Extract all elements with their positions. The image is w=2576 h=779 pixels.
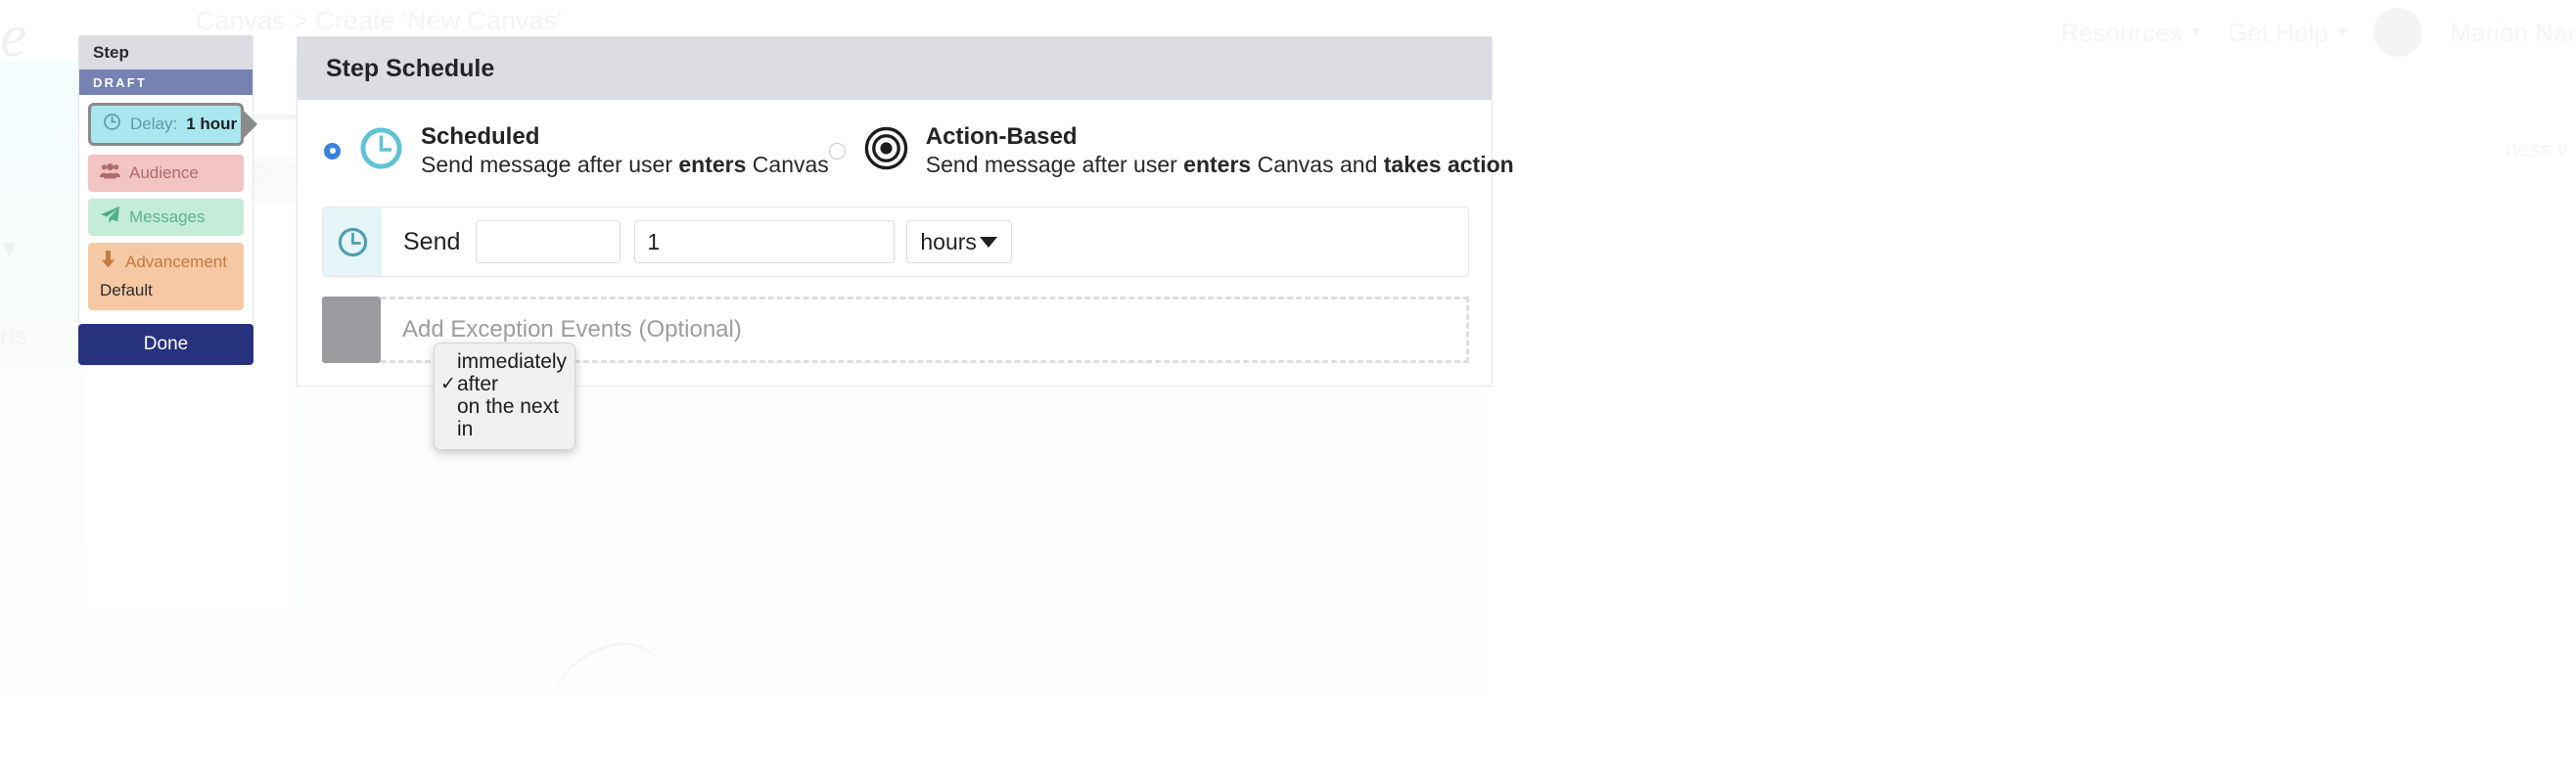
step-chip-advancement-label: Advancement bbox=[125, 252, 227, 272]
action-based-title: Action-Based bbox=[926, 123, 1078, 150]
schedule-type-radio-group: Scheduled Send message after user enters… bbox=[323, 123, 1466, 178]
dropdown-item-after-label: after bbox=[457, 374, 498, 394]
dropdown-item-on-the-next[interactable]: on the next bbox=[435, 395, 575, 418]
exception-events-placeholder: Add Exception Events (Optional) bbox=[402, 316, 742, 344]
delay-unit-select[interactable]: hours bbox=[906, 220, 1012, 263]
step-chip-delay-label: Delay: bbox=[130, 115, 177, 134]
scheduled-desc-bold: enters bbox=[678, 152, 746, 177]
brand-logo[interactable]: e bbox=[0, 2, 27, 71]
selected-step-pointer bbox=[242, 109, 257, 140]
page-title: Step Schedule bbox=[326, 55, 494, 83]
scheduled-desc-pre: Send message after user bbox=[421, 152, 678, 177]
radio-action-based-input[interactable] bbox=[829, 143, 846, 160]
caret-down-icon bbox=[980, 237, 997, 248]
dropdown-item-on-the-next-label: on the next bbox=[457, 396, 559, 417]
delay-unit-value: hours bbox=[920, 229, 977, 255]
timing-select[interactable] bbox=[476, 220, 621, 263]
scheduled-text: Scheduled Send message after user enters… bbox=[421, 123, 829, 178]
clock-icon bbox=[323, 207, 382, 276]
checkmark-icon: ✓ bbox=[440, 373, 457, 395]
action-based-description: Send message after user enters Canvas an… bbox=[926, 152, 1514, 177]
nav-item-get-help[interactable]: Get Help ▾ bbox=[2228, 18, 2346, 48]
done-button[interactable]: Done bbox=[78, 324, 253, 365]
nav-links: Resources ▾ Get Help ▾ Marion Nar bbox=[2060, 8, 2576, 57]
arrow-down-icon bbox=[100, 251, 116, 273]
radio-option-scheduled[interactable]: Scheduled Send message after user enters… bbox=[323, 123, 829, 178]
nav-item-resources[interactable]: Resources ▾ bbox=[2060, 18, 2200, 48]
send-timing-row: Send hours bbox=[322, 206, 1469, 277]
action-based-text: Action-Based Send message after user ent… bbox=[926, 123, 1514, 178]
user-name: Marion Nar bbox=[2450, 18, 2576, 48]
dropdown-item-after[interactable]: ✓ after bbox=[435, 373, 575, 395]
target-icon bbox=[863, 125, 909, 176]
dropdown-item-immediately[interactable]: immediately bbox=[435, 350, 575, 373]
step-panel-header: Step bbox=[79, 36, 253, 69]
sidebar-expand-chevron-icon[interactable]: ▾ bbox=[2, 231, 17, 265]
clock-icon bbox=[358, 125, 404, 176]
action-desc-bold2: takes action bbox=[1384, 152, 1514, 177]
right-panel-backdrop bbox=[1488, 61, 2576, 697]
app-root: e Canvas > Create 'New Canvas' Resources… bbox=[0, 0, 2576, 779]
step-chip-audience-label: Audience bbox=[129, 163, 199, 183]
scheduled-desc-post: Canvas bbox=[746, 152, 828, 177]
radio-scheduled-input[interactable] bbox=[324, 143, 341, 160]
timing-dropdown-menu[interactable]: immediately ✓ after on the next in bbox=[434, 343, 575, 450]
scheduled-title: Scheduled bbox=[421, 123, 539, 150]
step-chip-delay-value: 1 hour bbox=[186, 115, 237, 134]
advancement-value: Default bbox=[100, 281, 232, 300]
breadcrumb: Canvas > Create 'New Canvas' bbox=[196, 6, 562, 36]
status-badge-label: DRAFT bbox=[93, 75, 147, 90]
delay-amount-input[interactable] bbox=[634, 220, 895, 263]
step-schedule-body: Scheduled Send message after user enters… bbox=[298, 100, 1492, 178]
nav-get-help-label: Get Help bbox=[2228, 18, 2328, 48]
status-badge: DRAFT bbox=[79, 69, 253, 95]
step-schedule-header: Step Schedule bbox=[298, 37, 1492, 100]
audience-icon bbox=[100, 163, 120, 184]
action-desc-bold: enters bbox=[1183, 152, 1251, 177]
action-desc-pre: Send message after user bbox=[926, 152, 1183, 177]
paper-plane-icon bbox=[100, 206, 120, 229]
dropdown-item-immediately-label: immediately bbox=[457, 351, 567, 372]
radio-option-action-based[interactable]: Action-Based Send message after user ent… bbox=[829, 123, 1514, 178]
avatar[interactable] bbox=[2373, 8, 2422, 57]
dropdown-item-in-label: in bbox=[457, 419, 473, 439]
right-side-note: ness v bbox=[2506, 137, 2568, 162]
sidebar-item-reports[interactable]: rts bbox=[0, 323, 27, 351]
scheduled-description: Send message after user enters Canvas bbox=[421, 152, 829, 177]
clock-icon bbox=[103, 113, 121, 136]
chevron-down-icon: ▾ bbox=[2338, 23, 2347, 42]
drag-handle[interactable] bbox=[322, 297, 381, 363]
dropdown-item-in[interactable]: in bbox=[435, 418, 575, 440]
step-chip-audience[interactable]: Audience bbox=[88, 155, 244, 192]
step-chip-messages-label: Messages bbox=[129, 207, 205, 227]
step-panel-title: Step bbox=[93, 43, 129, 63]
step-panel-body: Delay: 1 hour Audience bbox=[79, 95, 253, 327]
chevron-down-icon: ▾ bbox=[2192, 23, 2201, 42]
step-chip-delay[interactable]: Delay: 1 hour bbox=[88, 103, 244, 146]
action-desc-mid: Canvas and bbox=[1251, 152, 1384, 177]
step-panel: Step DRAFT Delay: 1 hour bbox=[78, 35, 253, 328]
step-chip-advancement[interactable]: Advancement Default bbox=[88, 243, 244, 310]
step-chip-messages[interactable]: Messages bbox=[88, 199, 244, 236]
advancement-header: Advancement bbox=[100, 251, 232, 273]
nav-resources-label: Resources bbox=[2060, 18, 2182, 48]
send-label: Send bbox=[403, 228, 460, 256]
